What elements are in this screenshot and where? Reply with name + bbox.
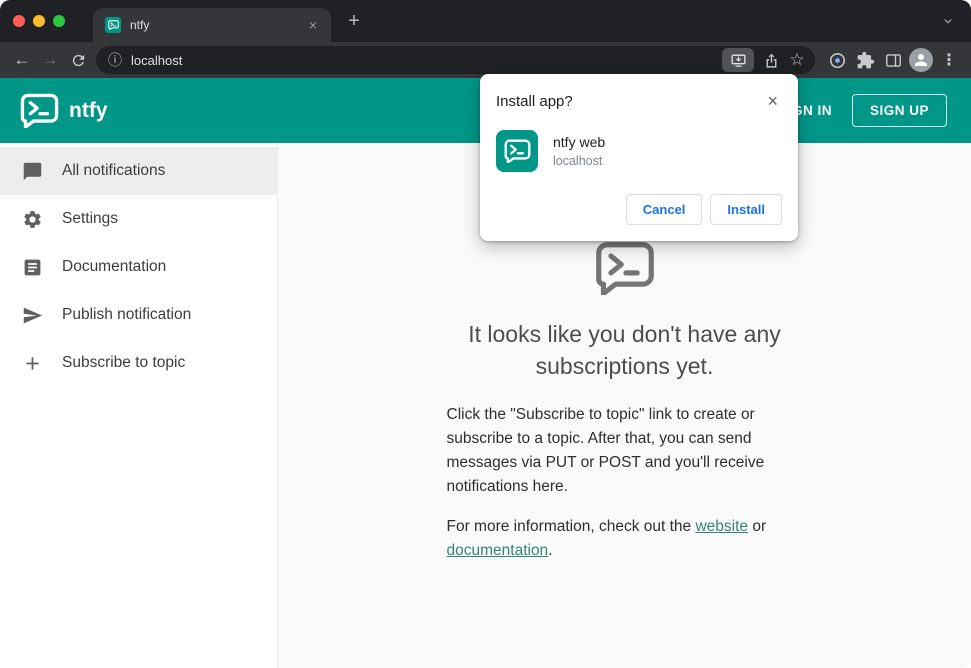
install-button[interactable]: Install [710,194,782,225]
share-icon[interactable] [758,47,784,73]
profile-avatar[interactable] [907,46,935,74]
more-info-separator: or [748,517,767,535]
fullscreen-window-button[interactable] [53,15,65,27]
browser-window: ntfy × + ← → ⓘ localhost ☆ ⋮ ntfy SIGN I… [0,0,971,668]
sidebar-item-settings[interactable]: Settings [0,195,277,243]
sidebar-item-subscribe-to-topic[interactable]: Subscribe to topic [0,339,277,387]
side-panel-icon[interactable] [879,46,907,74]
plus-icon [21,352,43,374]
person-icon [909,48,933,72]
close-window-button[interactable] [13,15,25,27]
sidebar-item-label: All notifications [62,162,166,179]
sidebar-item-label: Documentation [62,258,167,275]
sidebar-item-label: Publish notification [62,306,192,323]
window-controls [0,15,79,27]
minimize-window-button[interactable] [33,15,45,27]
send-icon [21,304,43,326]
dialog-app-info: ntfy web localhost [553,134,605,168]
documentation-link[interactable]: documentation [447,542,549,559]
gear-icon [21,208,43,230]
chat-bubble-icon [21,160,43,182]
empty-state-paragraph: Click the "Subscribe to topic" link to c… [446,405,765,495]
sidebar-item-label: Settings [62,210,119,227]
ntfy-terminal-icon [447,241,803,296]
book-icon [21,256,43,278]
app-origin: localhost [553,154,603,168]
dialog-close-icon[interactable]: × [763,90,782,112]
cancel-button[interactable]: Cancel [625,194,703,225]
empty-state-heading: It looks like you don't have any subscri… [468,321,781,380]
ntfy-logo-icon [20,93,59,129]
browser-tab-ntfy[interactable]: ntfy × [93,8,331,42]
extensions-puzzle-icon[interactable] [851,46,879,74]
close-tab-icon[interactable]: × [305,17,321,33]
sidebar-item-publish-notification[interactable]: Publish notification [0,291,277,339]
sidebar: All notifications Settings Documentation [0,143,278,668]
new-tab-button[interactable]: + [339,7,369,35]
sign-up-button[interactable]: SIGN UP [851,94,947,127]
more-info-suffix: . [548,541,553,559]
back-button[interactable]: ← [8,46,36,74]
ntfy-app-icon [496,130,538,172]
site-info-icon[interactable]: ⓘ [108,50,122,70]
forward-button[interactable]: → [36,46,64,74]
sidebar-item-label: Subscribe to topic [62,354,186,371]
reload-button[interactable] [64,46,92,74]
address-bar[interactable]: ⓘ localhost ☆ [96,46,815,74]
ntfy-favicon [105,17,121,33]
extension-icon[interactable] [823,46,851,74]
tab-title: ntfy [130,18,150,32]
sidebar-item-documentation[interactable]: Documentation [0,243,277,291]
app-name: ntfy web [553,134,606,150]
tab-search-chevron-icon[interactable] [937,10,959,32]
sidebar-item-all-notifications[interactable]: All notifications [0,147,277,195]
more-info-paragraph: For more information, check out the webs… [447,515,803,563]
bookmark-star-icon[interactable]: ☆ [784,47,810,73]
install-app-dialog: Install app? × ntfy web localhost Cancel… [480,74,798,241]
browser-menu-icon[interactable]: ⋮ [935,46,963,74]
tab-strip: ntfy × + [0,0,971,42]
website-link[interactable]: website [695,518,748,535]
app-title: ntfy [69,98,108,122]
browser-toolbar: ← → ⓘ localhost ☆ ⋮ [0,42,971,78]
more-info-prefix: For more information, check out the [446,517,696,535]
install-app-button[interactable] [722,48,754,72]
address-text: localhost [131,52,183,68]
dialog-title: Install app? [496,93,573,110]
